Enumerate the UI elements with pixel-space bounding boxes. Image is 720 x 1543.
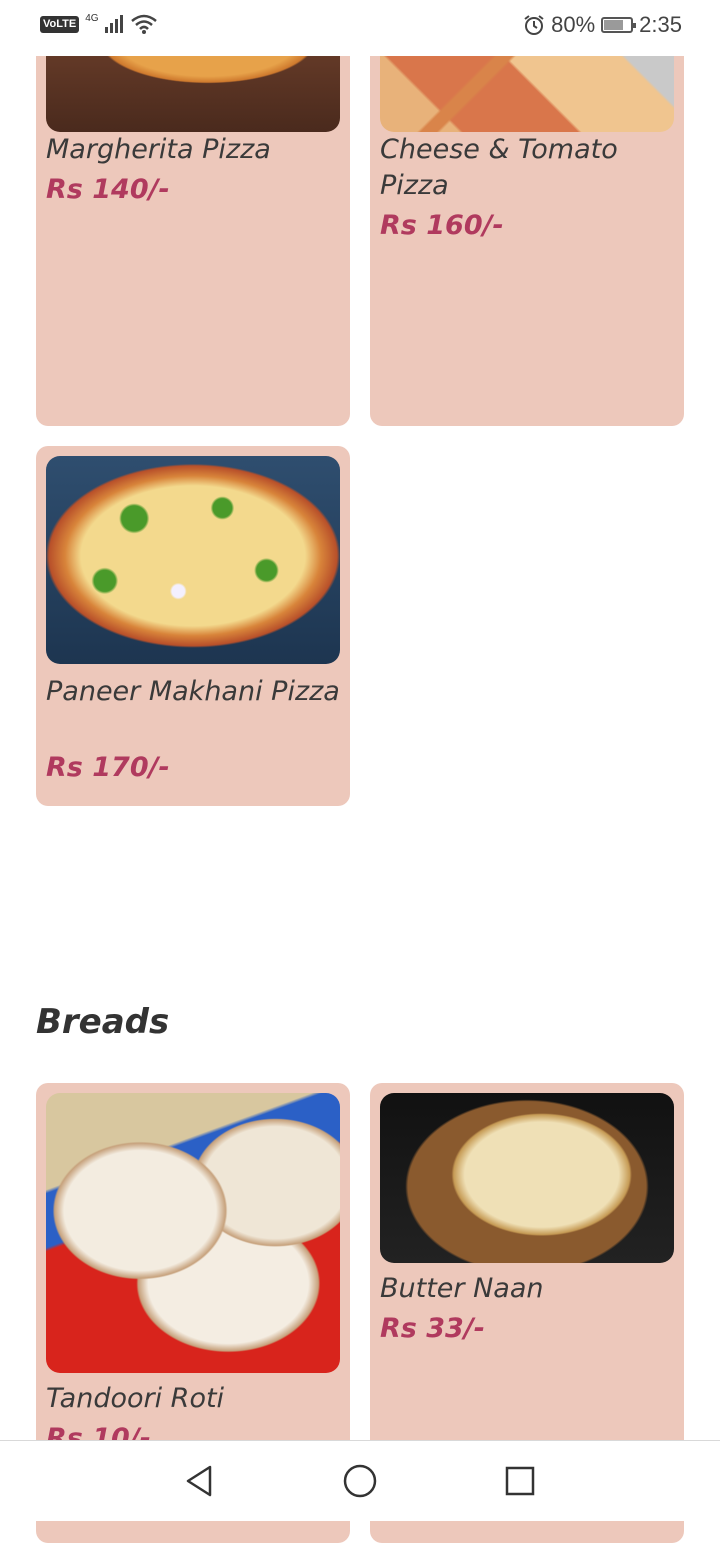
- item-name: Tandoori Roti: [46, 1383, 225, 1414]
- item-price: Rs 170/-: [46, 752, 170, 783]
- item-price: Rs 33/-: [380, 1313, 485, 1344]
- network-type: 4G: [85, 12, 99, 24]
- item-price: Rs 140/-: [46, 174, 170, 205]
- status-bar: VoLTE 4G 80% 2:35: [0, 0, 720, 56]
- item-price: Rs 160/-: [380, 210, 504, 241]
- status-right-icons: 80% 2:35: [523, 12, 682, 38]
- item-name: Paneer Makhani Pizza: [46, 676, 340, 707]
- recent-square-icon[interactable]: [502, 1463, 538, 1499]
- navigation-bar: [0, 1440, 720, 1521]
- volte-icon: VoLTE: [40, 15, 80, 33]
- clock: 2:35: [639, 12, 682, 37]
- wifi-icon: [130, 14, 157, 34]
- bread-image: [380, 1093, 674, 1263]
- item-name: Cheese & Tomato Pizza: [380, 134, 618, 201]
- pizza-image: [46, 456, 340, 664]
- menu-card-margherita[interactable]: Margherita Pizza Rs 140/-: [36, 20, 350, 426]
- menu-card-cheese-tomato[interactable]: Cheese & Tomato Pizza Rs 160/-: [370, 20, 684, 426]
- section-title-breads: Breads: [36, 1002, 170, 1042]
- back-triangle-icon[interactable]: [182, 1463, 218, 1499]
- item-name: Butter Naan: [380, 1273, 544, 1304]
- signal-icon: [104, 15, 123, 33]
- battery-icon: [601, 17, 637, 33]
- bread-image: [46, 1093, 340, 1373]
- home-circle-icon[interactable]: [342, 1463, 378, 1499]
- item-name: Margherita Pizza: [46, 134, 271, 165]
- status-left-icons: VoLTE 4G: [40, 12, 157, 34]
- battery-percent: 80%: [551, 12, 596, 37]
- menu-card-paneer-makhani[interactable]: Paneer Makhani Pizza Rs 170/-: [36, 446, 350, 806]
- alarm-icon: [524, 15, 544, 35]
